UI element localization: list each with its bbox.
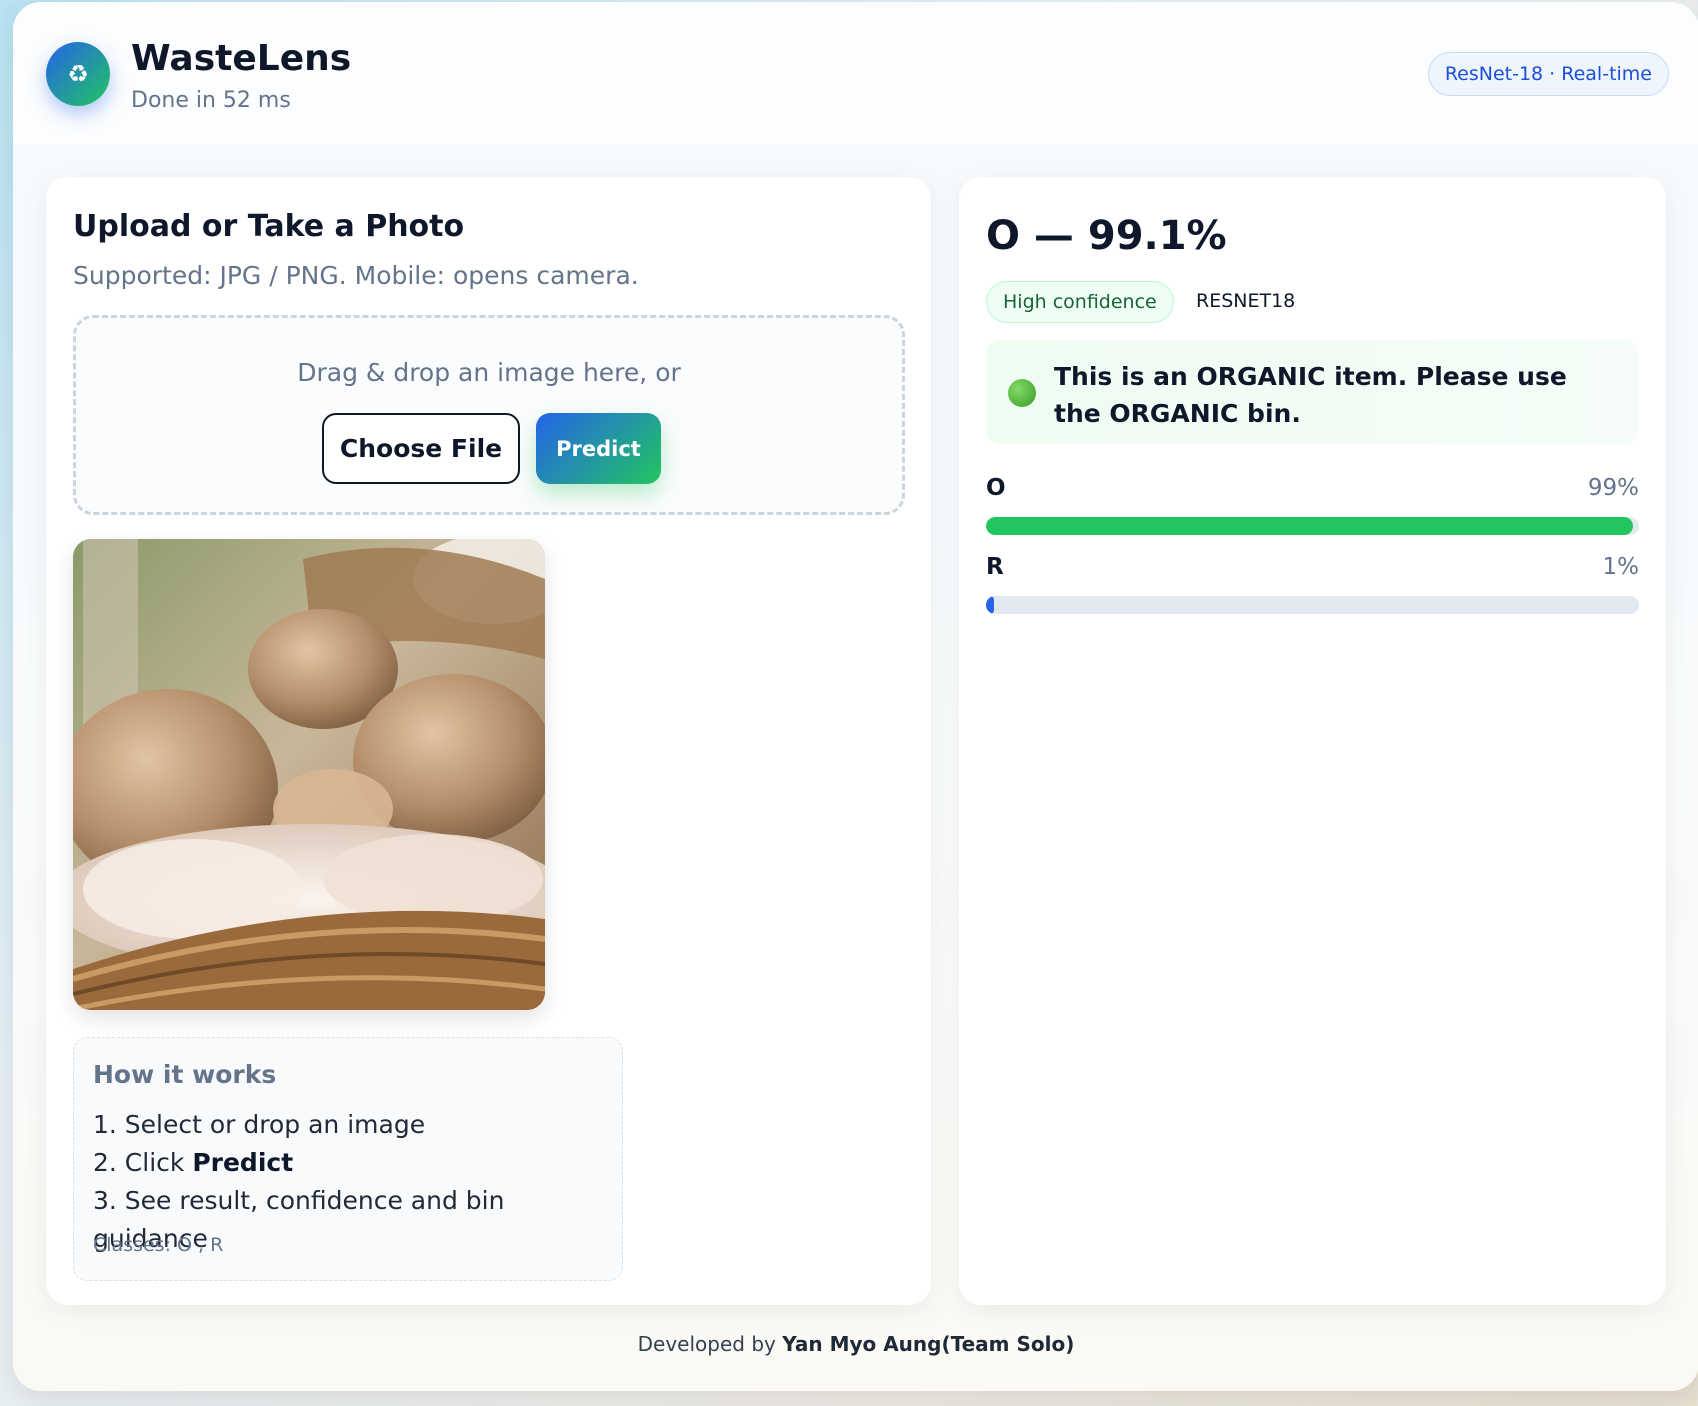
- probability-bar: [986, 596, 994, 614]
- dropzone[interactable]: Drag & drop an image here, or Choose Fil…: [73, 315, 905, 515]
- classes-text: Classes: O , R: [93, 1234, 224, 1256]
- howto-step-1: 1. Select or drop an image: [93, 1110, 426, 1139]
- guidance-text: This is an ORGANIC item. Please use the …: [1054, 362, 1567, 428]
- author-name: Yan Myo Aung(Team Solo): [782, 1332, 1075, 1356]
- howto-step-3: 3. See result, confidence and bin guidan…: [93, 1186, 505, 1253]
- image-preview: [73, 539, 545, 1010]
- app-window: ♻ WasteLens Done in 52 ms ResNet-18 · Re…: [13, 2, 1698, 1391]
- how-it-works-panel: How it works 1. Select or drop an image …: [73, 1037, 623, 1281]
- howto-title: How it works: [93, 1060, 277, 1089]
- green-circle-icon: [1008, 379, 1036, 407]
- predict-button[interactable]: Predict: [536, 413, 661, 484]
- howto-steps: 1. Select or drop an image 2. Click Pred…: [93, 1106, 622, 1253]
- app-title: WasteLens: [131, 38, 352, 79]
- bin-guidance: This is an ORGANIC item. Please use the …: [986, 340, 1639, 444]
- status-text: Done in 52 ms: [131, 88, 291, 113]
- upload-card: Upload or Take a Photo Supported: JPG / …: [46, 177, 931, 1305]
- probability-bar: [986, 517, 1634, 535]
- footer: Developed by Yan Myo Aung(Team Solo): [637, 1332, 1075, 1356]
- confidence-badge: High confidence: [986, 281, 1174, 323]
- probability-track: [986, 517, 1639, 535]
- drop-text: Drag & drop an image here, or: [297, 358, 681, 387]
- header: ♻ WasteLens Done in 52 ms ResNet-18 · Re…: [13, 2, 1698, 145]
- howto-step-2: 2. Click Predict: [93, 1148, 294, 1177]
- recycle-icon: ♻: [46, 42, 110, 106]
- choose-file-button[interactable]: Choose File: [322, 413, 520, 484]
- probability-label: O: [986, 475, 1006, 501]
- model-badge: ResNet-18 · Real-time: [1427, 52, 1669, 96]
- probability-label: R: [986, 554, 1004, 580]
- upload-subtitle: Supported: JPG / PNG. Mobile: opens came…: [73, 261, 639, 290]
- probability-value: 1%: [1602, 554, 1640, 580]
- probability-track: [986, 596, 1639, 614]
- result-headline: O — 99.1%: [986, 213, 1227, 259]
- upload-title: Upload or Take a Photo: [73, 209, 465, 244]
- model-tag: RESNET18: [1196, 290, 1296, 312]
- probability-value: 99%: [1587, 475, 1639, 501]
- result-card: O — 99.1% High confidence RESNET18 This …: [959, 177, 1666, 1305]
- yarn-photo: [73, 539, 545, 1010]
